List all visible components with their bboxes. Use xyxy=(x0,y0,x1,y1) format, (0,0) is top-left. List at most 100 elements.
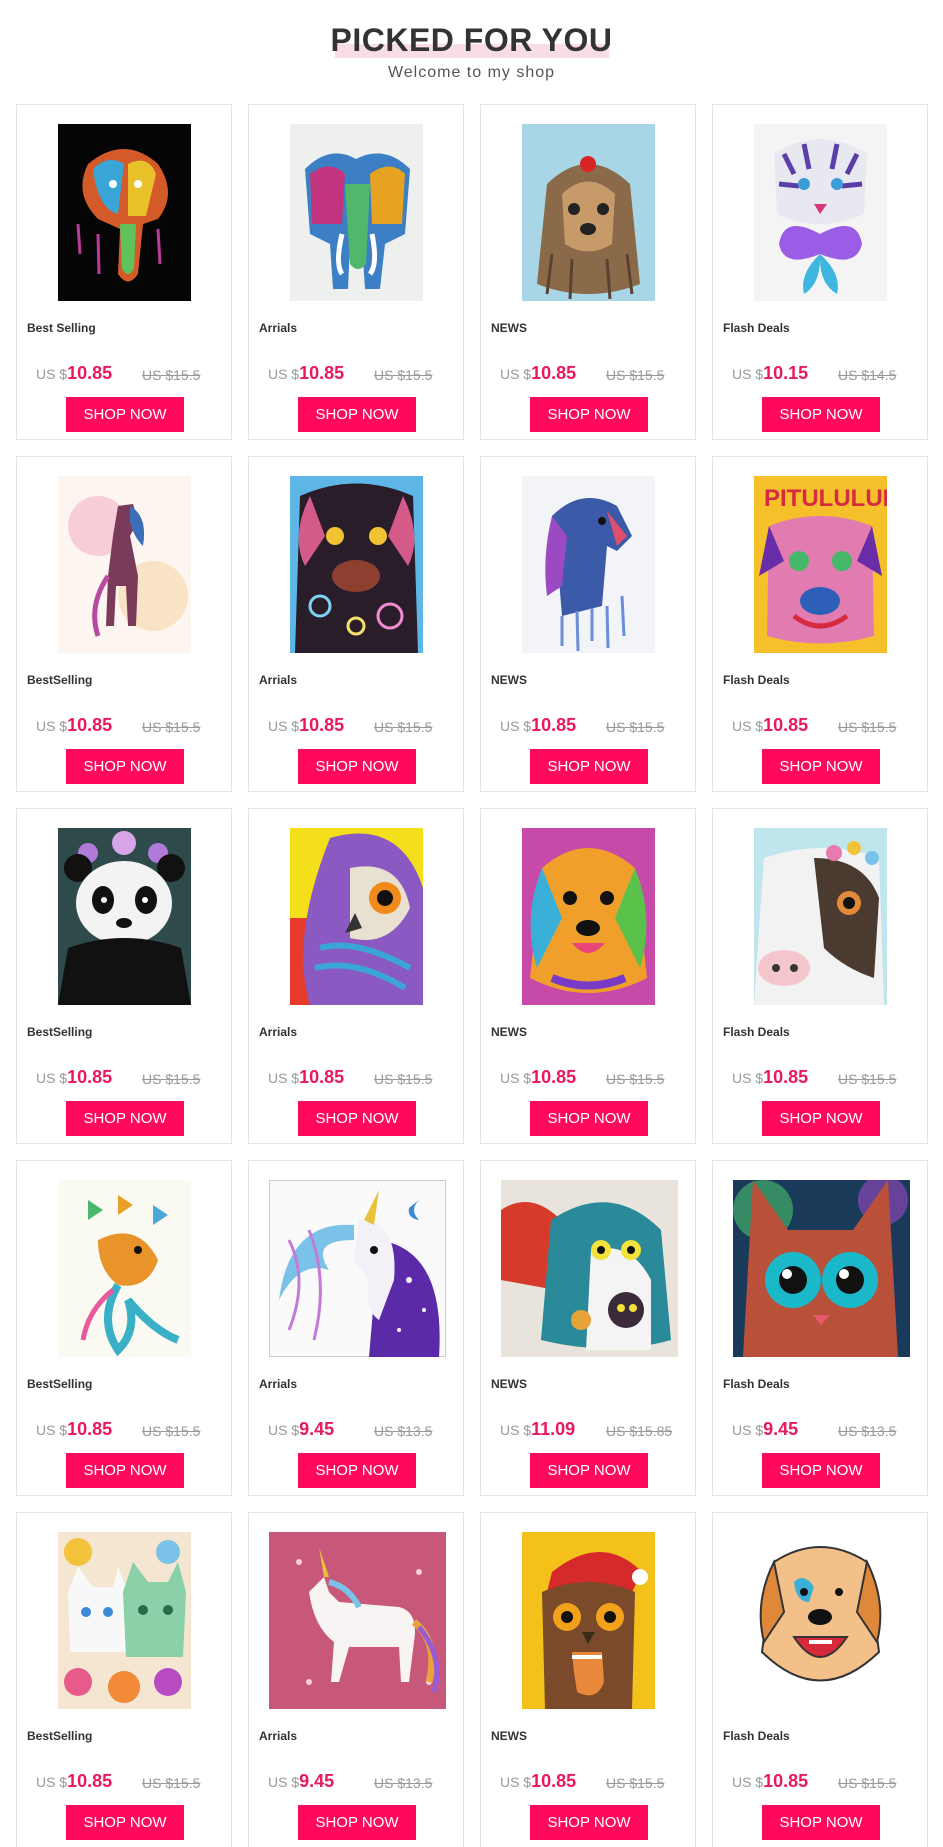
shop-now-button[interactable]: SHOP NOW xyxy=(530,1101,648,1136)
product-image[interactable] xyxy=(522,124,655,301)
shop-now-button[interactable]: SHOP NOW xyxy=(762,1101,880,1136)
shop-now-button[interactable]: SHOP NOW xyxy=(530,397,648,432)
price-value: 10.85 xyxy=(299,1067,345,1087)
product-image[interactable] xyxy=(58,828,191,1005)
current-price: US $9.45 xyxy=(268,1419,334,1440)
product-image[interactable] xyxy=(754,1532,887,1709)
product-card[interactable]: NEWS US $10.85 US $15.5 SHOP NOW xyxy=(480,456,696,792)
product-category-label: Best Selling xyxy=(27,321,96,335)
shop-now-button[interactable]: SHOP NOW xyxy=(762,1805,880,1840)
product-card[interactable]: Arrials US $9.45 US $13.5 SHOP NOW xyxy=(248,1512,464,1847)
product-image[interactable] xyxy=(269,1180,446,1357)
currency-label: US $ xyxy=(732,718,764,734)
product-image[interactable] xyxy=(58,1532,191,1709)
product-card[interactable]: Flash Deals US $10.85 US $15.5 SHOP NOW xyxy=(712,1512,928,1847)
shop-now-button[interactable]: SHOP NOW xyxy=(298,1453,416,1488)
price-value: 11.09 xyxy=(531,1419,576,1439)
product-card[interactable]: Arrials US $10.85 US $15.5 SHOP NOW xyxy=(248,808,464,1144)
shop-now-button[interactable]: SHOP NOW xyxy=(66,1805,184,1840)
product-image[interactable] xyxy=(522,476,655,653)
price-value: 10.85 xyxy=(67,1067,113,1087)
product-card[interactable]: Flash Deals US $10.85 US $15.5 SHOP NOW xyxy=(712,808,928,1144)
product-card[interactable]: BestSelling US $10.85 US $15.5 SHOP NOW xyxy=(16,1512,232,1847)
product-image[interactable] xyxy=(290,828,423,1005)
product-image[interactable] xyxy=(290,124,423,301)
shop-now-button[interactable]: SHOP NOW xyxy=(66,1101,184,1136)
product-image[interactable] xyxy=(58,124,191,301)
product-image[interactable] xyxy=(269,1532,446,1709)
current-price: US $10.85 xyxy=(732,1067,808,1088)
product-artwork xyxy=(733,1180,910,1357)
product-artwork xyxy=(522,124,655,301)
shop-now-button[interactable]: SHOP NOW xyxy=(298,749,416,784)
shop-now-button[interactable]: SHOP NOW xyxy=(298,1805,416,1840)
product-image[interactable] xyxy=(290,476,423,653)
product-card[interactable]: NEWS US $10.85 US $15.5 SHOP NOW xyxy=(480,1512,696,1847)
product-image[interactable] xyxy=(522,1532,655,1709)
shop-now-button[interactable]: SHOP NOW xyxy=(298,1101,416,1136)
product-category-label: NEWS xyxy=(491,1729,527,1743)
product-image[interactable] xyxy=(522,828,655,1005)
shop-now-button[interactable]: SHOP NOW xyxy=(66,1453,184,1488)
title-block: PICKED FOR YOU xyxy=(0,20,943,60)
shop-now-button[interactable]: SHOP NOW xyxy=(66,397,184,432)
currency-label: US $ xyxy=(500,1774,532,1790)
price-row: US $10.85 US $15.5 xyxy=(36,1066,226,1088)
product-card[interactable]: Arrials US $9.45 US $13.5 SHOP NOW xyxy=(248,1160,464,1496)
original-price: US $15.5 xyxy=(838,719,897,735)
product-image[interactable] xyxy=(754,124,887,301)
product-image[interactable] xyxy=(501,1180,678,1357)
price-value: 10.85 xyxy=(67,363,113,383)
current-price: US $10.85 xyxy=(500,1771,576,1792)
original-price: US $15.5 xyxy=(606,719,665,735)
shop-now-button[interactable]: SHOP NOW xyxy=(298,397,416,432)
shop-now-button[interactable]: SHOP NOW xyxy=(762,397,880,432)
price-value: 10.85 xyxy=(531,715,577,735)
svg-text:PITULULUR: PITULULUR xyxy=(764,485,887,512)
product-card[interactable]: Flash Deals US $9.45 US $13.5 SHOP NOW xyxy=(712,1160,928,1496)
product-card[interactable]: Arrials US $10.85 US $15.5 SHOP NOW xyxy=(248,104,464,440)
current-price: US $10.85 xyxy=(732,715,808,736)
product-category-label: BestSelling xyxy=(27,1025,93,1039)
current-price: US $10.85 xyxy=(36,1419,112,1440)
product-artwork xyxy=(290,476,423,653)
product-card[interactable]: NEWS US $10.85 US $15.5 SHOP NOW xyxy=(480,808,696,1144)
current-price: US $9.45 xyxy=(732,1419,798,1440)
original-price: US $15.5 xyxy=(142,1071,201,1087)
product-image[interactable] xyxy=(58,476,191,653)
shop-now-button[interactable]: SHOP NOW xyxy=(530,1453,648,1488)
shop-now-button[interactable]: SHOP NOW xyxy=(530,749,648,784)
price-value: 10.85 xyxy=(763,715,809,735)
price-row: US $10.85 US $15.5 xyxy=(500,362,690,384)
product-image[interactable] xyxy=(733,1180,910,1357)
page-subtitle: Welcome to my shop xyxy=(387,64,556,81)
product-card[interactable]: Best Selling US $10.85 US $15.5 SHOP NOW xyxy=(16,104,232,440)
currency-label: US $ xyxy=(36,1070,68,1086)
shop-now-button[interactable]: SHOP NOW xyxy=(530,1805,648,1840)
product-category-label: Flash Deals xyxy=(723,321,790,335)
shop-now-button[interactable]: SHOP NOW xyxy=(762,749,880,784)
price-value: 10.85 xyxy=(67,1771,113,1791)
product-card[interactable]: NEWS US $11.09 US $15.85 SHOP NOW xyxy=(480,1160,696,1496)
product-card[interactable]: BestSelling US $10.85 US $15.5 SHOP NOW xyxy=(16,1160,232,1496)
product-image[interactable] xyxy=(754,828,887,1005)
product-card[interactable]: NEWS US $10.85 US $15.5 SHOP NOW xyxy=(480,104,696,440)
product-card[interactable]: BestSelling US $10.85 US $15.5 SHOP NOW xyxy=(16,808,232,1144)
currency-label: US $ xyxy=(268,1070,300,1086)
product-image[interactable] xyxy=(58,1180,191,1357)
product-artwork xyxy=(290,124,423,301)
price-row: US $10.15 US $14.5 xyxy=(732,362,922,384)
product-card[interactable]: Flash Deals US $10.15 US $14.5 SHOP NOW xyxy=(712,104,928,440)
price-row: US $10.85 US $15.5 xyxy=(268,1066,458,1088)
original-price: US $15.5 xyxy=(838,1775,897,1791)
product-category-label: Flash Deals xyxy=(723,1729,790,1743)
shop-now-button[interactable]: SHOP NOW xyxy=(762,1453,880,1488)
product-card[interactable]: PITULULUR Flash Deals US $10.85 US $15.5… xyxy=(712,456,928,792)
shop-now-button[interactable]: SHOP NOW xyxy=(66,749,184,784)
price-row: US $10.85 US $15.5 xyxy=(36,1770,226,1792)
product-card[interactable]: BestSelling US $10.85 US $15.5 SHOP NOW xyxy=(16,456,232,792)
product-image[interactable]: PITULULUR xyxy=(754,476,887,653)
product-card[interactable]: Arrials US $10.85 US $15.5 SHOP NOW xyxy=(248,456,464,792)
current-price: US $9.45 xyxy=(268,1771,334,1792)
price-row: US $10.85 US $15.5 xyxy=(36,362,226,384)
